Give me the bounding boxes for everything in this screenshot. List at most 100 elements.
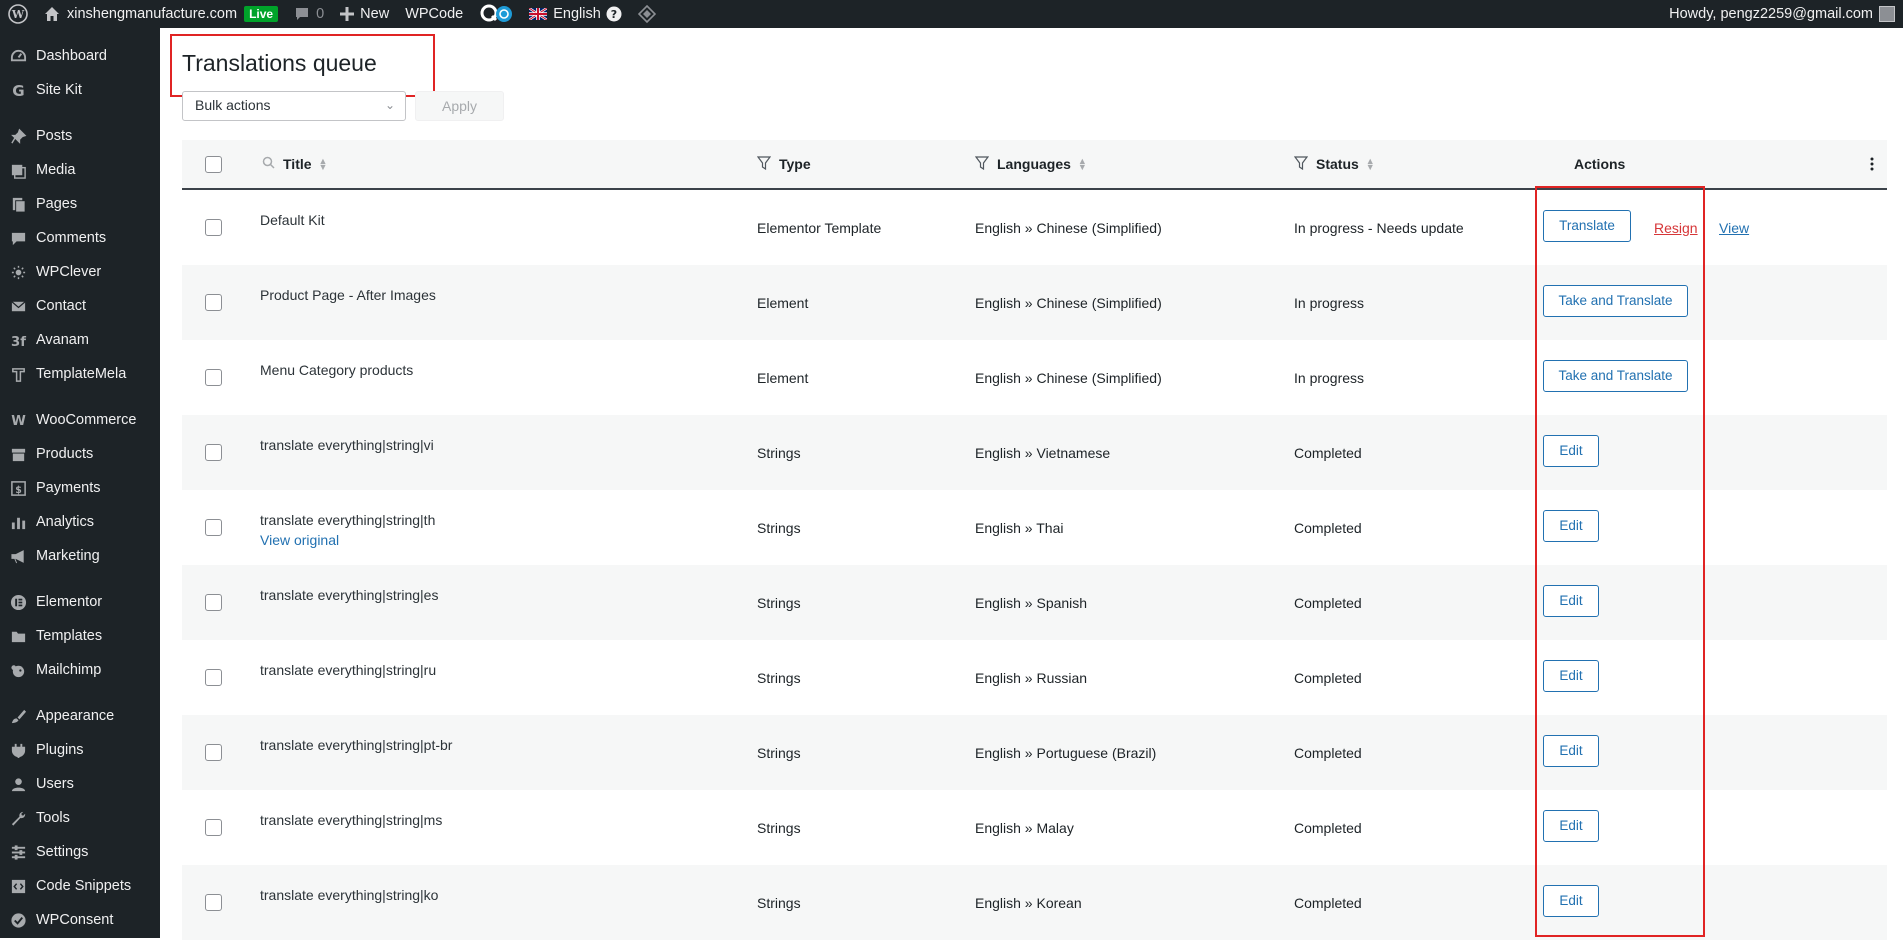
- sidebar-item-woocommerce[interactable]: W WooCommerce: [0, 403, 160, 437]
- mail-icon: [9, 297, 27, 315]
- main-content: Translations queue Bulk actions ⌄ Apply …: [160, 28, 1903, 940]
- sidebar-item-label: Tools: [36, 810, 70, 826]
- sidebar-item-dashboard[interactable]: Dashboard: [0, 39, 160, 73]
- row-status: In progress: [1294, 295, 1365, 311]
- sidebar-item-pages[interactable]: Pages: [0, 187, 160, 221]
- row-checkbox[interactable]: [205, 219, 222, 236]
- sidebar-item-mailchimp[interactable]: Mailchimp: [0, 653, 160, 687]
- sidebar-item-plugins[interactable]: Plugins: [0, 733, 160, 767]
- comments-link[interactable]: 0: [286, 0, 332, 28]
- sidebar-item-label: Settings: [36, 844, 89, 860]
- row-checkbox[interactable]: [205, 894, 222, 911]
- select-all-checkbox[interactable]: [205, 156, 222, 173]
- row-title[interactable]: translate everything|string|th: [260, 512, 435, 528]
- row-type: Strings: [757, 520, 801, 536]
- row-title[interactable]: translate everything|string|ms: [260, 812, 442, 828]
- settings-icon: [9, 843, 27, 861]
- avanam-icon: 3f: [9, 331, 27, 349]
- sidebar-item-wpconsent[interactable]: WPConsent: [0, 903, 160, 937]
- row-checkbox[interactable]: [205, 744, 222, 761]
- column-header-status[interactable]: Status ▲ ▼: [1293, 140, 1375, 188]
- row-checkbox[interactable]: [205, 444, 222, 461]
- view-original-link[interactable]: View original: [260, 532, 339, 548]
- sidebar-item-code-snippets[interactable]: Code Snippets: [0, 869, 160, 903]
- row-checkbox[interactable]: [205, 369, 222, 386]
- sidebar-item-label: Media: [36, 162, 76, 178]
- column-header-label: Type: [779, 156, 811, 172]
- sidebar-item-products[interactable]: Products: [0, 437, 160, 471]
- sidebar-item-label: Comments: [36, 230, 107, 246]
- row-title[interactable]: Menu Category products: [260, 362, 413, 378]
- howdy-user[interactable]: Howdy, pengz2259@gmail.com: [1669, 6, 1873, 22]
- comment-icon: [9, 229, 27, 247]
- avatar[interactable]: [1879, 6, 1895, 22]
- wordpress-logo-icon[interactable]: W: [0, 0, 36, 28]
- sidebar-item-contact[interactable]: Contact: [0, 289, 160, 323]
- megaphone-icon: [9, 547, 27, 565]
- row-title[interactable]: translate everything|string|vi: [260, 437, 434, 453]
- row-checkbox[interactable]: [205, 294, 222, 311]
- sidebar-item-payments[interactable]: $ Payments: [0, 471, 160, 505]
- sidebar-item-marketing[interactable]: Marketing: [0, 539, 160, 573]
- view-link[interactable]: View: [1719, 220, 1749, 236]
- svg-text:$: $: [15, 484, 22, 495]
- row-languages: English » Russian: [975, 670, 1088, 686]
- google-icon: G: [9, 81, 27, 99]
- bar-chart-icon: [9, 513, 27, 531]
- pin-icon: [9, 127, 27, 145]
- sidebar-item-templates[interactable]: Templates: [0, 619, 160, 653]
- row-title[interactable]: translate everything|string|ko: [260, 887, 438, 903]
- sidebar-item-wpclever[interactable]: WPClever: [0, 255, 160, 289]
- diamond-icon[interactable]: [630, 0, 664, 28]
- row-title[interactable]: translate everything|string|es: [260, 587, 438, 603]
- sidebar-item-elementor[interactable]: Elementor: [0, 585, 160, 619]
- row-title[interactable]: translate everything|string|ru: [260, 662, 436, 678]
- wpclever-icon: [9, 263, 27, 281]
- archive-icon: [9, 445, 27, 463]
- sidebar-item-tools[interactable]: Tools: [0, 801, 160, 835]
- row-checkbox[interactable]: [205, 669, 222, 686]
- row-type: Strings: [757, 595, 801, 611]
- sidebar-item-appearance[interactable]: Appearance: [0, 699, 160, 733]
- sidebar-item-analytics[interactable]: Analytics: [0, 505, 160, 539]
- row-title[interactable]: translate everything|string|pt-br: [260, 737, 452, 753]
- bulk-actions-value: Bulk actions: [195, 97, 271, 113]
- sidebar-item-users[interactable]: Users: [0, 767, 160, 801]
- apply-button[interactable]: Apply: [415, 91, 504, 121]
- row-status: Completed: [1294, 820, 1362, 836]
- sidebar-item-settings[interactable]: Settings: [0, 835, 160, 869]
- row-title[interactable]: Default Kit: [260, 212, 325, 228]
- sidebar-item-templatemela[interactable]: TemplateMela: [0, 357, 160, 391]
- sidebar-item-comments[interactable]: Comments: [0, 221, 160, 255]
- site-name-link[interactable]: xinshengmanufacture.com Live: [36, 0, 286, 28]
- home-icon: [44, 6, 60, 22]
- column-header-type[interactable]: Type: [756, 140, 811, 188]
- row-title[interactable]: Product Page - After Images: [260, 287, 436, 303]
- sort-icon: ▲ ▼: [1365, 156, 1375, 172]
- row-status: In progress - Needs update: [1294, 220, 1464, 236]
- row-checkbox[interactable]: [205, 819, 222, 836]
- sidebar-item-media[interactable]: Media: [0, 153, 160, 187]
- sidebar-item-label: Posts: [36, 128, 73, 144]
- column-header-languages[interactable]: Languages ▲ ▼: [974, 140, 1087, 188]
- row-checkbox[interactable]: [205, 594, 222, 611]
- sidebar-item-avanam[interactable]: 3f Avanam: [0, 323, 160, 357]
- sidebar-item-label: Analytics: [36, 514, 95, 530]
- templatemela-icon: [9, 365, 27, 383]
- sidebar-item-label: Dashboard: [36, 48, 107, 64]
- new-content-link[interactable]: New: [332, 0, 397, 28]
- sidebar-item-label: WPClever: [36, 264, 102, 280]
- more-options-icon[interactable]: [1870, 140, 1874, 188]
- woocommerce-icon: W: [9, 411, 27, 429]
- sidebar-item-posts[interactable]: Posts: [0, 119, 160, 153]
- sidebar-item-label: Payments: [36, 480, 101, 496]
- quick-icons[interactable]: [471, 0, 521, 28]
- consent-icon: [9, 911, 27, 929]
- sidebar-item-site-kit[interactable]: G Site Kit: [0, 73, 160, 107]
- language-switcher[interactable]: English ?: [521, 0, 630, 28]
- column-header-title[interactable]: Title ▲ ▼: [262, 140, 327, 188]
- wpcode-link[interactable]: WPCode: [397, 0, 471, 28]
- bulk-actions-select[interactable]: Bulk actions ⌄: [182, 91, 406, 121]
- row-type: Strings: [757, 445, 801, 461]
- row-checkbox[interactable]: [205, 519, 222, 536]
